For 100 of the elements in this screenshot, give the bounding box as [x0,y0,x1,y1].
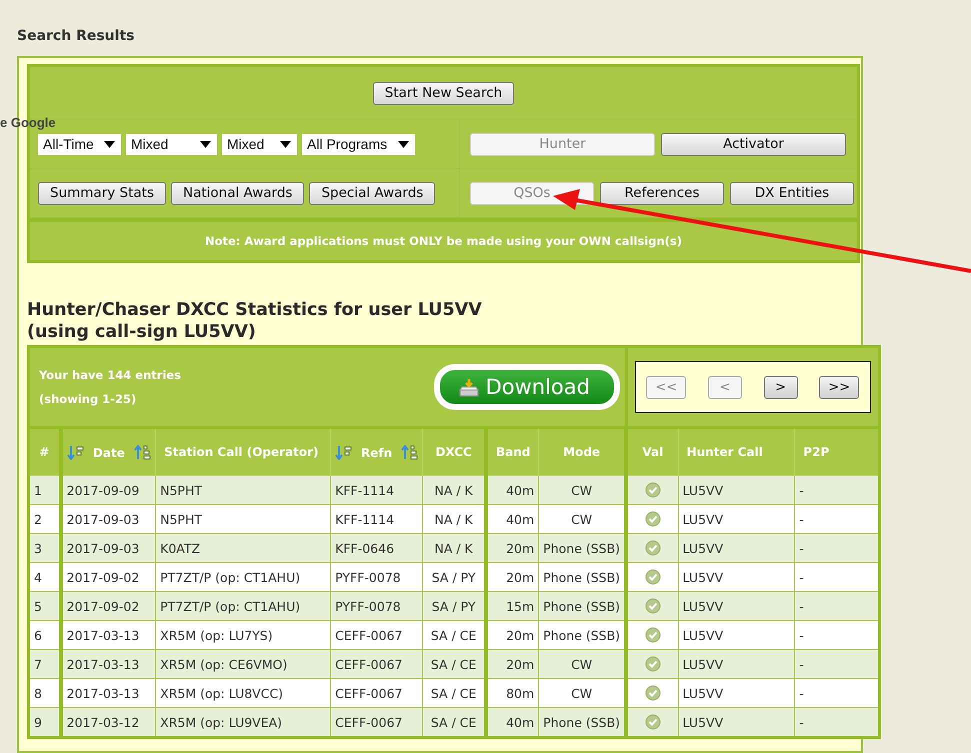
dropdown-caret-icon [398,140,409,148]
table-cell: XR5M (op: LU7YS) [160,628,273,642]
award-button[interactable]: National Awards [171,182,304,204]
award-button[interactable]: Summary Stats [38,182,166,204]
table-cell: 2017-09-03 [66,540,140,556]
award-button[interactable]: Special Awards [309,182,436,204]
filter-dropdown[interactable]: Mixed [222,134,297,154]
table-cell: 9 [34,714,42,730]
table-cell: - [799,570,804,584]
section-heading: Hunter/Chaser DXCC Statistics for user LU5VV [27,299,483,321]
table-cell: 40m [506,714,534,730]
table-cell: 3 [34,540,42,556]
table-cell: 5 [34,598,42,614]
start-search-button[interactable]: Start New Search [372,82,514,104]
table-cell: Phone (SSB) [543,540,620,556]
role-tab[interactable]: Activator [661,132,846,156]
table-cell: KFF-1114 [335,482,394,498]
table-cell: CEFF-0067 [335,714,402,730]
table-cell: SA / CE [430,656,476,672]
column-header: DXCC [435,445,472,459]
table-cell: 2017-09-02 [66,570,140,584]
view-tab[interactable]: DX Entities [730,182,854,204]
table-cell: 2017-09-03 [66,512,140,526]
table-cell: PT7ZT/P (op: CT1AHU) [160,598,300,614]
table-cell: 2017-03-12 [66,714,140,730]
column-header: Refn [361,446,392,460]
filter-dropdown[interactable]: All-Time [38,134,121,154]
table-cell: 20m [506,540,534,556]
table-cell: LU5VV [682,598,724,614]
table-cell: - [799,714,804,730]
table-cell: CW [571,512,592,526]
table-cell: PYFF-0078 [335,570,401,584]
table-cell: N5PHT [160,482,202,498]
table-cell: 20m [506,570,534,584]
table-cell: - [799,598,804,614]
table-cell: 8 [34,686,42,700]
table-cell: PT7ZT/P (op: CT1AHU) [160,570,300,584]
entries-info: Your have 144 entries [39,367,182,384]
table-cell: SA / PY [432,570,476,584]
table-cell: PYFF-0078 [335,598,401,614]
table-cell: K0ATZ [160,540,200,556]
table-cell: CEFF-0067 [335,656,402,672]
drive-icon [458,378,480,396]
table-cell: 4 [34,570,42,584]
table-cell: LU5VV [682,512,724,526]
table-cell: 6 [34,628,42,642]
table-cell: - [799,656,804,672]
column-header: Band [496,445,530,459]
table-cell: 7 [34,656,42,672]
table-cell: - [799,686,804,700]
table-cell: - [799,540,804,556]
table-cell: Phone (SSB) [543,598,620,614]
pager-button[interactable]: >> [819,376,860,398]
dropdown-caret-icon [200,140,211,148]
table-cell: XR5M (op: LU8VCC) [160,686,284,700]
table-cell: SA / CE [430,686,476,700]
table-cell: CW [571,686,592,700]
column-header: Mode [563,445,600,459]
view-tab[interactable]: References [600,182,724,204]
table-cell: 2017-03-13 [66,628,140,642]
table-cell: 40m [506,512,534,526]
table-cell: LU5VV [682,570,724,584]
sort-ascending-icon [401,444,418,460]
table-cell: Phone (SSB) [543,570,620,584]
table-cell: KFF-1114 [335,512,394,526]
table-cell: CW [571,482,592,498]
table-cell: LU5VV [682,714,724,730]
table-cell: SA / CE [430,714,476,730]
table-cell: LU5VV [682,540,724,556]
table-cell: 2017-03-13 [66,656,140,672]
table-cell: 40m [506,482,534,498]
table-cell: Phone (SSB) [543,714,620,730]
entries-info: (showing 1-25) [39,391,138,408]
dropdown-caret-icon [280,140,291,148]
table-cell: 2017-09-02 [66,598,140,614]
table-cell: CW [571,656,592,672]
table-cell: - [799,628,804,642]
table-cell: 1 [34,482,42,498]
pager-button[interactable]: > [764,376,798,398]
table-cell: N5PHT [160,512,202,526]
award-note: Note: Award applications must ONLY be made using your OWN callsign(s) [204,234,682,248]
table-cell: LU5VV [682,628,724,642]
table-cell: 20m [506,628,534,642]
dropdown-caret-icon [104,140,115,148]
table-cell: CEFF-0067 [335,686,402,700]
column-header: # [39,445,50,459]
table-cell: 2017-03-13 [66,686,140,700]
page-title: Search Results [17,28,136,46]
table-cell: NA / K [434,482,473,498]
table-cell: - [799,482,804,498]
filter-dropdown[interactable]: All Programs [302,134,415,154]
filter-dropdown[interactable]: Mixed [126,134,217,154]
column-header: Date [92,446,125,460]
table-cell: XR5M (op: LU9VEA) [160,714,282,730]
section-heading: (using call-sign LU5VV) [27,321,257,343]
table-cell: 20m [506,656,534,672]
table-cell: KFF-0646 [335,540,394,556]
table-cell: NA / K [434,512,473,526]
table-cell: LU5VV [682,686,724,700]
table-cell: 80m [506,686,534,700]
